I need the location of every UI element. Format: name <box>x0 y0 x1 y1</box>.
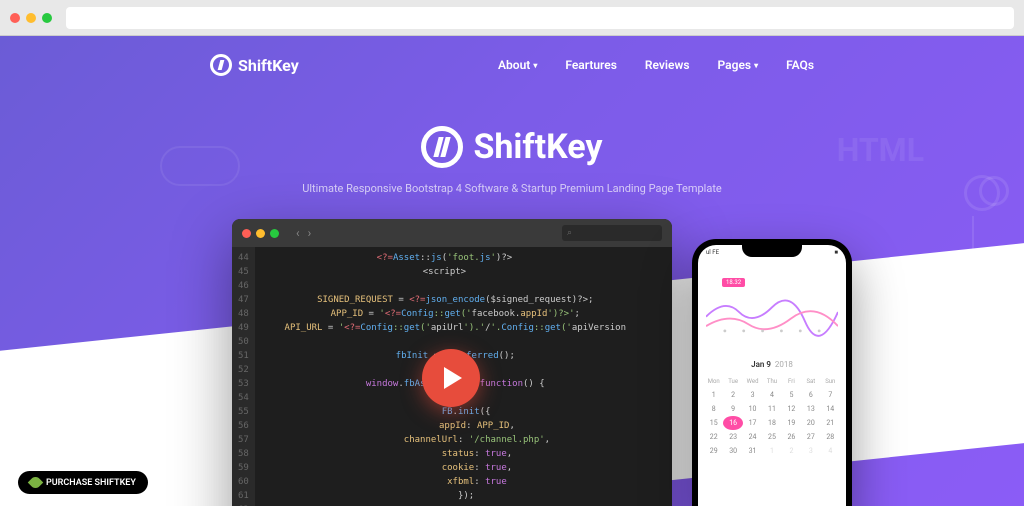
calendar-year: 2018 <box>775 360 793 369</box>
calendar-day: 5 <box>782 388 801 402</box>
hero-title: ShiftKey <box>473 127 602 167</box>
calendar-day: 14 <box>821 402 840 416</box>
calendar-day: 20 <box>801 416 820 430</box>
calendar-day: 19 <box>782 416 801 430</box>
phone-screen: ul FE ■ 18.32 Jan 9 2018 <box>698 245 846 506</box>
battery-icon: ■ <box>834 249 838 256</box>
nav-link-faqs[interactable]: FAQs <box>786 58 814 72</box>
calendar-dow: Tue <box>723 375 742 388</box>
calendar-day: 18 <box>762 416 781 430</box>
browser-chrome <box>0 0 1024 36</box>
calendar-dow: Thu <box>762 375 781 388</box>
purchase-button[interactable]: PURCHASE SHIFTKEY <box>18 471 148 494</box>
hero-subtitle: Ultimate Responsive Bootstrap 4 Software… <box>0 182 1024 195</box>
calendar-day: 27 <box>801 430 820 444</box>
window-controls <box>10 13 52 23</box>
mockup-group: ‹ › ⌕ 4445464748495051525354555657585960… <box>232 219 792 506</box>
chevron-down-icon: ▾ <box>533 61 537 70</box>
line-numbers: 4445464748495051525354555657585960616263… <box>232 247 255 506</box>
calendar-day: 4 <box>762 388 781 402</box>
back-icon: ‹ <box>296 226 300 240</box>
calendar-day: 8 <box>704 402 723 416</box>
editor-titlebar: ‹ › ⌕ <box>232 219 672 247</box>
calendar-day: 24 <box>743 430 762 444</box>
editor-search: ⌕ <box>562 225 662 241</box>
phone-chart: 18.32 <box>706 272 838 352</box>
minimize-icon[interactable] <box>26 13 36 23</box>
search-icon: ⌕ <box>567 228 572 238</box>
maximize-icon <box>270 229 279 238</box>
brand-name: ShiftKey <box>238 56 299 75</box>
calendar-day: 17 <box>743 416 762 430</box>
nav-link-pages[interactable]: Pages▾ <box>718 58 759 72</box>
forward-icon: › <box>308 226 312 240</box>
calendar-day: 6 <box>801 388 820 402</box>
calendar-day: 22 <box>704 430 723 444</box>
calendar-day: 11 <box>762 402 781 416</box>
calendar-day: 25 <box>762 430 781 444</box>
calendar-day: 31 <box>743 444 762 458</box>
calendar-day: 30 <box>723 444 742 458</box>
maximize-icon[interactable] <box>42 13 52 23</box>
calendar-day: 16 <box>723 416 742 430</box>
calendar-day: 2 <box>723 388 742 402</box>
calendar-dow: Wed <box>743 375 762 388</box>
hero-logo: ShiftKey <box>421 126 602 168</box>
address-bar[interactable] <box>66 7 1014 29</box>
close-icon[interactable] <box>10 13 20 23</box>
minimize-icon <box>256 229 265 238</box>
calendar-day: 9 <box>723 402 742 416</box>
calendar-day: 28 <box>821 430 840 444</box>
calendar-dow: Fri <box>782 375 801 388</box>
editor-nav-arrows: ‹ › <box>296 226 311 240</box>
calendar-day: 13 <box>801 402 820 416</box>
calendar-day: 1 <box>704 388 723 402</box>
calendar-dow: Sun <box>821 375 840 388</box>
calendar-day: 3 <box>743 388 762 402</box>
logo-icon <box>421 126 463 168</box>
logo-icon <box>210 54 232 76</box>
calendar-day: 26 <box>782 430 801 444</box>
chart-value-tag: 18.32 <box>722 278 745 287</box>
calendar-day: 2 <box>782 444 801 458</box>
hero-section: HTML HTML JS ShiftKey About▾FearturesRev… <box>0 36 1024 506</box>
phone-mockup: ul FE ■ 18.32 Jan 9 2018 <box>692 239 852 506</box>
calendar-day: 12 <box>782 402 801 416</box>
calendar-grid: MonTueWedThuFriSatSun1234567891011121314… <box>698 373 846 460</box>
calendar-day: 7 <box>821 388 840 402</box>
calendar-day: 23 <box>723 430 742 444</box>
nav-link-about[interactable]: About▾ <box>498 58 537 72</box>
hero-content: ShiftKey Ultimate Responsive Bootstrap 4… <box>0 126 1024 506</box>
navbar: ShiftKey About▾ Feartures Reviews Pages▾ FAQ… <box>0 36 1024 76</box>
calendar-day: 4 <box>821 444 840 458</box>
calendar-header: Jan 9 2018 <box>698 356 846 373</box>
play-button[interactable] <box>422 349 480 407</box>
close-icon <box>242 229 251 238</box>
purchase-label: PURCHASE SHIFTKEY <box>46 478 136 488</box>
nav-link-reviews[interactable]: Reviews <box>645 58 690 72</box>
calendar-day: 29 <box>704 444 723 458</box>
calendar-day: 15 <box>704 416 723 430</box>
status-left: ul FE <box>706 249 719 256</box>
brand-logo[interactable]: ShiftKey <box>210 54 299 76</box>
calendar-dow: Sat <box>801 375 820 388</box>
calendar-day: 10 <box>743 402 762 416</box>
calendar-day: 3 <box>801 444 820 458</box>
leaf-icon <box>28 475 44 491</box>
nav-link-feartures[interactable]: Feartures <box>565 58 617 72</box>
calendar-dow: Mon <box>704 375 723 388</box>
phone-notch <box>742 245 802 257</box>
chevron-down-icon: ▾ <box>754 61 758 70</box>
calendar-day: 21 <box>821 416 840 430</box>
calendar-month: Jan 9 <box>751 360 771 369</box>
calendar-day: 1 <box>762 444 781 458</box>
nav-links: About▾ Feartures Reviews Pages▾ FAQs <box>498 58 814 72</box>
